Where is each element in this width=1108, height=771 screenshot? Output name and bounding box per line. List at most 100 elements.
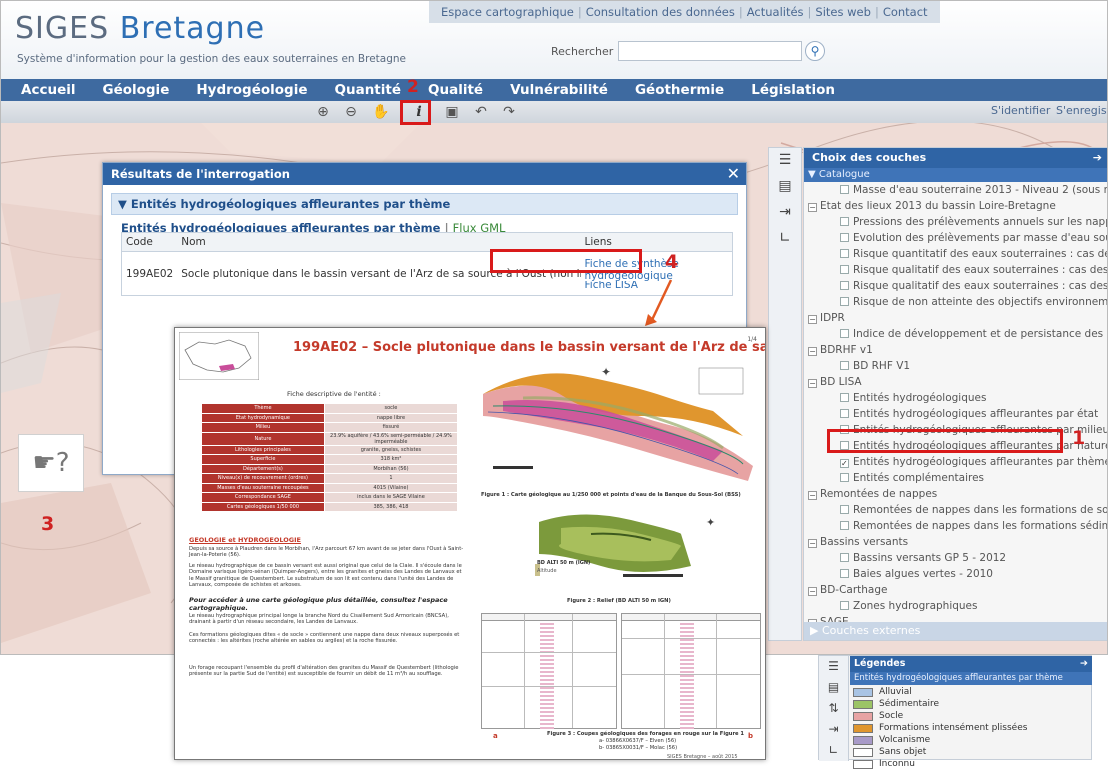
close-icon[interactable]: ✕ (727, 163, 740, 185)
collapse-toggle-icon[interactable]: − (808, 347, 817, 356)
layer-checkbox[interactable] (840, 569, 849, 578)
top-link-sites-web[interactable]: Sites web (811, 5, 875, 19)
layers-stack-icon[interactable]: ☰ (769, 152, 801, 174)
import-icon[interactable]: ⇥ (819, 722, 848, 740)
layer-item[interactable]: ✓ Entités hydrogéologiques affleurantes p… (804, 454, 1107, 470)
layer-item[interactable]: − BDRHF v1 (804, 342, 1107, 358)
logo[interactable]: SIGES Bretagne (15, 11, 265, 46)
panel-expand-icon[interactable]: ➔ (1080, 656, 1088, 672)
layer-item[interactable]: Entités complémentaires (804, 470, 1107, 486)
dialog-title-bar[interactable]: Résultats de l'interrogation ✕ (103, 163, 746, 185)
fiche-table: Thème socle Etat hydrodynamique nappe libre… (201, 403, 459, 512)
nav-geologie[interactable]: Géologie (102, 82, 169, 98)
layer-item[interactable]: Entités hydrogéologiques (804, 390, 1107, 406)
nav-qualite[interactable]: Qualité (428, 82, 483, 98)
layer-checkbox[interactable] (840, 553, 849, 562)
nav-geothermie[interactable]: Géothermie (635, 82, 724, 98)
search-input[interactable] (618, 41, 802, 61)
layer-item[interactable]: Masse d'eau souterraine 2013 - Niveau 2 … (804, 182, 1107, 198)
layer-item[interactable]: Baies algues vertes - 2010 (804, 566, 1107, 582)
layer-checkbox[interactable] (840, 329, 849, 338)
layer-item[interactable]: − Bassins versants (804, 534, 1107, 550)
layer-checkbox[interactable] (840, 233, 849, 242)
layer-item[interactable]: − BD LISA (804, 374, 1107, 390)
login-link[interactable]: S'identifier (991, 104, 1050, 117)
layer-checkbox[interactable] (840, 521, 849, 530)
layer-checkbox[interactable] (840, 601, 849, 610)
search-icon[interactable]: ⚲ (805, 41, 825, 61)
layer-item[interactable]: Remontées de nappes dans les formations … (804, 502, 1107, 518)
collapse-toggle-icon[interactable]: − (808, 379, 817, 388)
import-icon[interactable]: ⇥ (769, 204, 801, 226)
layer-item[interactable]: Risque de non atteinte des objectifs env… (804, 294, 1107, 310)
top-link-actualites[interactable]: Actualités (743, 5, 808, 19)
layer-checkbox[interactable] (840, 249, 849, 258)
measure-icon[interactable]: ∟ (819, 743, 848, 761)
layer-item[interactable]: Bassins versants GP 5 - 2012 (804, 550, 1107, 566)
panel-expand-icon[interactable]: ➔ (1093, 148, 1102, 168)
results-accordion[interactable]: ▼ Entités hydrogéologiques affleurantes … (111, 193, 738, 215)
legend-icon[interactable]: ▤ (769, 178, 801, 200)
collapse-toggle-icon[interactable]: − (808, 203, 817, 212)
register-link[interactable]: S'enregistrer (1056, 104, 1107, 117)
layer-item[interactable]: Risque quantitatif des eaux souterraines… (804, 246, 1107, 262)
fiche-row: Masses d'eau souterraine recoupées 4015 (… (201, 482, 459, 493)
layer-checkbox[interactable] (840, 297, 849, 306)
legend-label: Volcanisme (879, 735, 931, 745)
figure-3-b: b- 03865X0031/F – Molac (56) (599, 745, 678, 751)
fiche-row: Lithologies principales granite, gneiss, … (201, 444, 459, 455)
layer-checkbox[interactable] (840, 361, 849, 370)
undo-icon[interactable]: ↶ (471, 103, 491, 121)
layer-item[interactable]: Evolution des prélèvements par masse d'e… (804, 230, 1107, 246)
pan-hand-icon[interactable]: ✋ (371, 103, 391, 121)
layer-item[interactable]: Indice de développement et de persistanc… (804, 326, 1107, 342)
top-link-contact[interactable]: Contact (879, 5, 932, 19)
layer-item[interactable]: Risque qualitatif des eaux souterraines … (804, 262, 1107, 278)
layer-item[interactable]: − IDPR (804, 310, 1107, 326)
nav-hydrogeologie[interactable]: Hydrogéologie (196, 82, 307, 98)
nav-quantite[interactable]: Quantité (335, 82, 402, 98)
collapse-toggle-icon[interactable]: − (808, 491, 817, 500)
layer-checkbox[interactable] (840, 217, 849, 226)
collapse-toggle-icon[interactable]: − (808, 539, 817, 548)
layer-item[interactable]: Remontées de nappes dans les formations … (804, 518, 1107, 534)
fiche-row: Niveau(x) de recouvrement (ordres) 1 (201, 473, 459, 484)
layer-item[interactable]: − Remontées de nappes (804, 486, 1107, 502)
layer-item[interactable]: Pressions des prélèvements annuels sur l… (804, 214, 1107, 230)
layer-item[interactable]: BD RHF V1 (804, 358, 1107, 374)
layer-checkbox[interactable] (840, 473, 849, 482)
layer-checkbox[interactable] (840, 505, 849, 514)
layer-checkbox[interactable] (840, 185, 849, 194)
layer-item[interactable]: − Etat des lieux 2013 du bassin Loire-Bre… (804, 198, 1107, 214)
legend-icon[interactable]: ▤ (819, 680, 848, 698)
checkbox-checked[interactable]: ✓ (840, 459, 849, 468)
zoom-in-icon[interactable]: ⊕ (313, 103, 333, 121)
measure-icon[interactable]: ∟ (769, 230, 801, 252)
layer-checkbox[interactable] (840, 265, 849, 274)
doc-para-4: Le réseau hydrographique principal longe… (189, 613, 449, 626)
top-link-cartographie[interactable]: Espace cartographique (437, 5, 578, 19)
layer-item[interactable]: − BD-Carthage (804, 582, 1107, 598)
layer-item[interactable]: Entités hydrogéologiques affleurantes pa… (804, 406, 1107, 422)
top-link-consultation[interactable]: Consultation des données (582, 5, 739, 19)
collapse-toggle-icon[interactable]: − (808, 315, 817, 324)
redo-icon[interactable]: ↷ (499, 103, 519, 121)
figure-3-a: a- 03866X0637/F – Elven (56) (599, 738, 677, 744)
external-layers[interactable]: ▶ Couches externes (804, 622, 1107, 640)
geologic-map-figure: ✦ (483, 365, 753, 481)
layer-label: BD LISA (820, 376, 862, 388)
layers-stack-icon[interactable]: ☰ (819, 659, 848, 677)
catalog-header[interactable]: ▼ Catalogue (804, 168, 1107, 182)
layer-checkbox[interactable] (840, 393, 849, 402)
nav-accueil[interactable]: Accueil (21, 82, 75, 98)
layer-checkbox[interactable] (840, 409, 849, 418)
nav-legislation[interactable]: Législation (751, 82, 835, 98)
layer-checkbox[interactable] (840, 281, 849, 290)
layer-item[interactable]: Zones hydrographiques (804, 598, 1107, 614)
sort-icon[interactable]: ⇅ (819, 701, 848, 719)
collapse-toggle-icon[interactable]: − (808, 587, 817, 596)
zoom-out-icon[interactable]: ⊖ (341, 103, 361, 121)
nav-vulnerabilite[interactable]: Vulnérabilité (510, 82, 608, 98)
full-extent-icon[interactable]: ▣ (442, 103, 462, 121)
layer-item[interactable]: Risque qualitatif des eaux souterraines … (804, 278, 1107, 294)
